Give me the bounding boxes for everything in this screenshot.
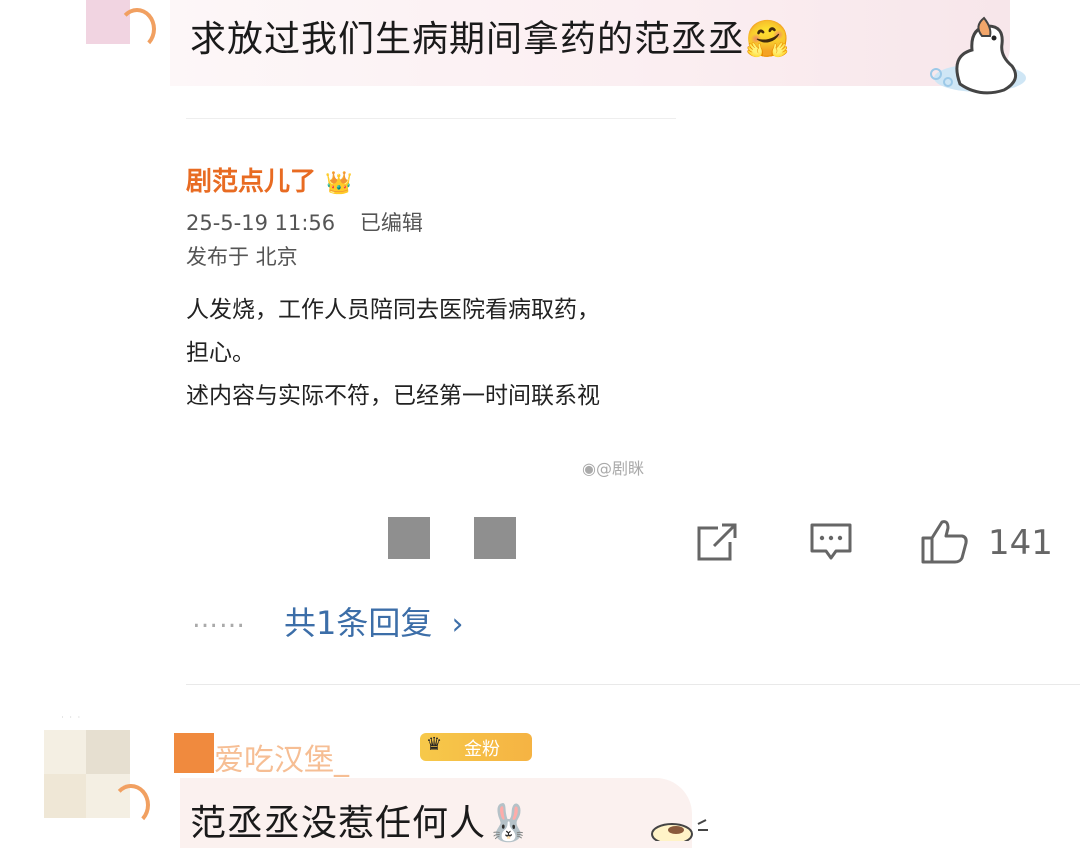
post-body-line: 担心。 [186,340,255,366]
post-author-name: 剧范点儿了 [186,167,317,197]
avatar-tile [86,730,130,774]
duck-sticker-icon [930,16,1026,95]
post-author: 剧范点儿了 👑 [186,161,352,198]
comment-icon[interactable] [810,522,852,562]
redacted-block [388,517,430,559]
post-body: 人发烧，工作人员陪同去医院看病取药， 担心。 述内容与实际不符，已经第一时间联系… [186,289,600,418]
comment-content: 求放过我们生病期间拿药的范丞丞 [190,19,746,60]
watermark-text: @剧眯 [595,459,644,478]
view-replies-label: 共1条回复 [284,604,433,642]
chevron-right-icon: › [451,607,464,642]
hug-emoji-icon: 🤗 [745,19,791,60]
comment-text: 范丞丞没惹任何人🐰 [190,794,532,846]
comment-text: 求放过我们生病期间拿药的范丞丞🤗 [190,10,791,62]
username[interactable]: 爱吃汉堡_ [214,735,349,779]
reply-dots: …… [192,604,246,634]
post-time: 25-5-19 11:56 [186,211,336,235]
view-replies-link[interactable]: 共1条回复 › [284,598,463,644]
crown-badge-icon: 👑 [325,171,353,196]
avatar-frame [112,784,150,826]
divider [186,684,1080,685]
avatar-frame [118,8,156,50]
sticker-icon [651,819,708,841]
avatar-tile [44,774,86,818]
weibo-logo-icon: ◉ [582,459,596,478]
bunny-emoji-icon: 🐰 [486,803,532,844]
like-count: 141 [988,523,1053,563]
redacted-block [474,517,516,559]
comment-content: 范丞丞没惹任何人 [190,803,487,844]
fan-badge-label: 金粉 [464,739,500,760]
post-timestamp: 25-5-19 11:56 已编辑 [186,207,423,237]
fan-badge: ♛ 金粉 [420,733,532,761]
post-edited-label: 已编辑 [359,211,423,235]
crown-icon: ♛ [426,734,443,755]
embedded-screenshot[interactable]: 剧范点儿了 👑 25-5-19 11:56 已编辑 发布于 北京 人发烧，工作人… [186,118,676,481]
watermark: ◉@剧眯 [582,455,644,479]
sparkle-icon: ˙ ˙ ˙ [60,716,82,727]
post-location: 发布于 北京 [186,245,298,269]
post-body-line: 述内容与实际不符，已经第一时间联系视 [186,383,600,409]
thumbs-up-icon[interactable] [920,518,970,564]
post-body-line: 人发烧，工作人员陪同去医院看病取药， [186,297,600,323]
share-icon[interactable] [696,522,738,562]
username-redaction [174,733,214,773]
